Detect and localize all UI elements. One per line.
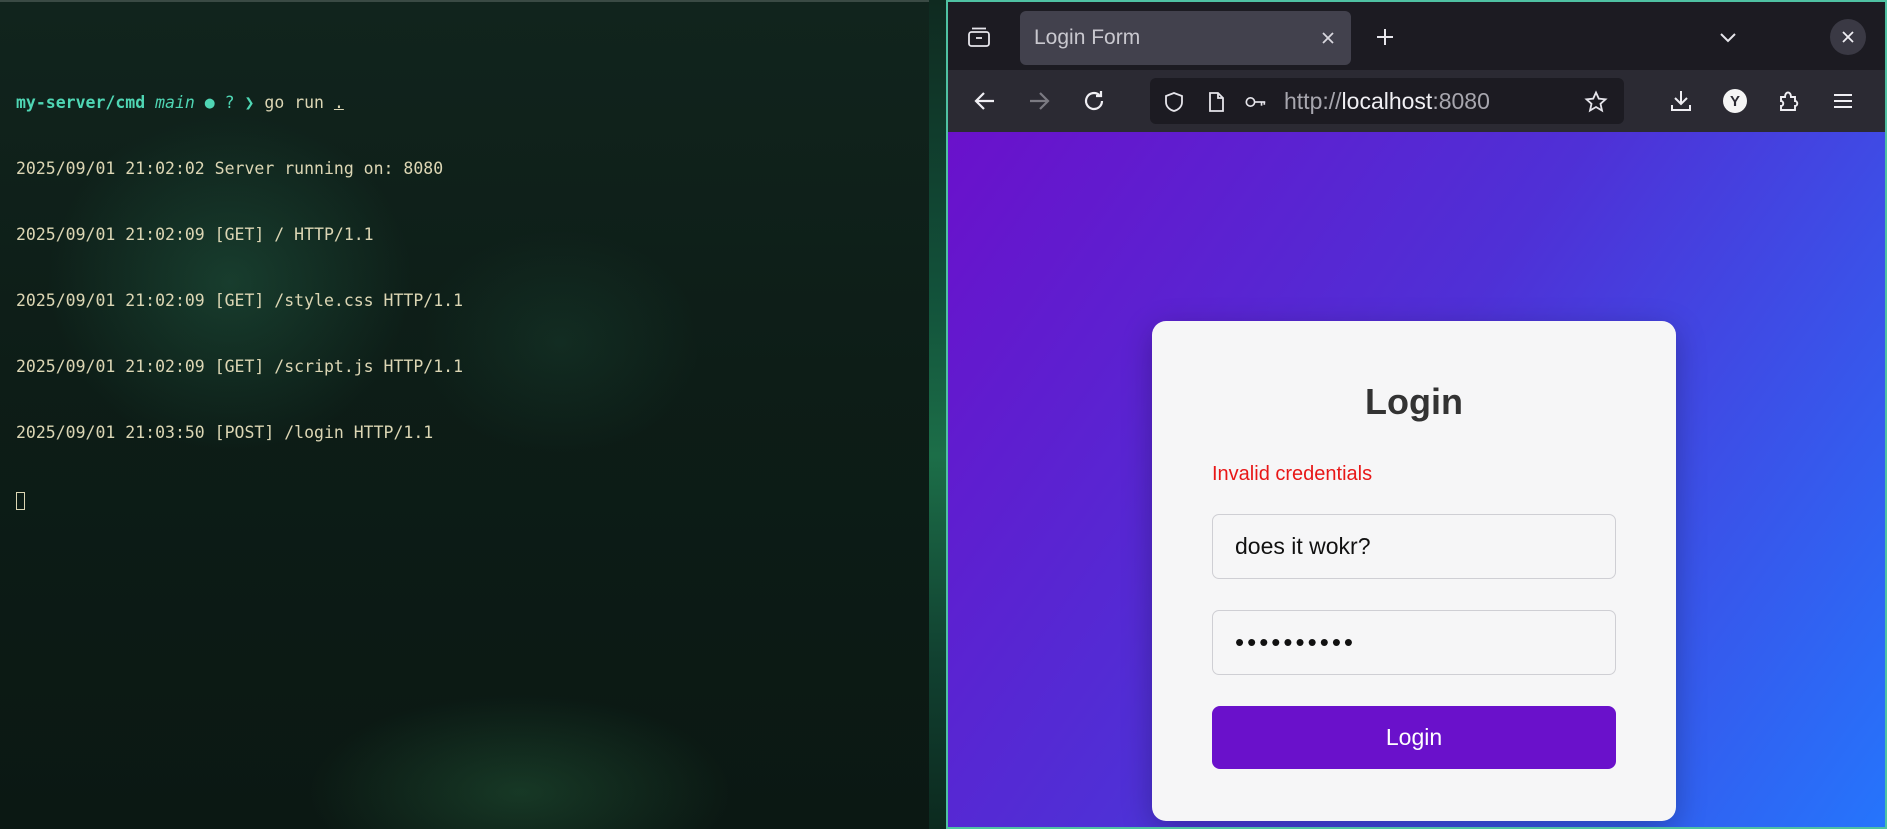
- shield-icon[interactable]: [1162, 90, 1186, 114]
- tab-login-form[interactable]: Login Form: [1020, 11, 1351, 65]
- prompt-path: my-server/cmd: [16, 93, 146, 112]
- close-tab-icon[interactable]: [1315, 25, 1341, 51]
- prompt-command: go run: [264, 93, 324, 112]
- yandex-badge: Y: [1723, 89, 1747, 113]
- yandex-extension-icon[interactable]: Y: [1720, 86, 1750, 116]
- url-bar[interactable]: http://localhost:8080: [1150, 78, 1624, 124]
- reload-icon[interactable]: [1079, 86, 1109, 116]
- page-icon[interactable]: [1204, 90, 1228, 114]
- chevron-down-icon[interactable]: [1715, 24, 1741, 50]
- url-protocol: http://: [1284, 88, 1342, 114]
- log-line: 2025/09/01 21:02:02 Server running on: 8…: [16, 159, 444, 178]
- key-icon[interactable]: [1244, 90, 1268, 114]
- login-button[interactable]: Login: [1212, 706, 1616, 769]
- prompt-untracked-marker: ?: [224, 93, 235, 112]
- tab-bar: Login Form: [948, 2, 1885, 70]
- tab-title: Login Form: [1034, 26, 1141, 49]
- terminal-output: my-server/cmd main ● ? ❯ go run . 2025/0…: [16, 48, 463, 554]
- prompt-branch: main: [155, 93, 195, 112]
- log-line: 2025/09/01 21:02:09 [GET] /style.css HTT…: [16, 291, 464, 310]
- prompt-arrow: ❯: [244, 93, 255, 112]
- error-message: Invalid credentials: [1212, 463, 1373, 485]
- url-host: localhost: [1341, 88, 1433, 114]
- prompt-dirty-marker: ●: [204, 93, 215, 112]
- shell-prompt: my-server/cmd main ● ? ❯ go run .: [16, 92, 463, 114]
- prompt-argument: .: [333, 93, 344, 112]
- username-input[interactable]: [1212, 514, 1616, 579]
- page-viewport: Login Invalid credentials Login: [948, 132, 1885, 827]
- window-close-icon[interactable]: [1830, 19, 1866, 55]
- password-input[interactable]: [1212, 610, 1616, 675]
- terminal-cursor: [16, 492, 25, 510]
- log-line: 2025/09/01 21:02:09 [GET] / HTTP/1.1: [16, 225, 374, 244]
- login-card: Login Invalid credentials Login: [1152, 321, 1676, 821]
- bookmark-star-icon[interactable]: [1584, 90, 1608, 114]
- downloads-icon[interactable]: [1666, 86, 1696, 116]
- log-line: 2025/09/01 21:02:09 [GET] /script.js HTT…: [16, 357, 464, 376]
- back-arrow-icon[interactable]: [970, 86, 1000, 116]
- navigation-toolbar: http://localhost:8080 Y: [948, 70, 1885, 132]
- window-divider: [929, 0, 946, 829]
- extensions-icon[interactable]: [1774, 86, 1804, 116]
- login-title: Login: [1365, 381, 1463, 422]
- log-line: 2025/09/01 21:03:50 [POST] /login HTTP/1…: [16, 423, 434, 442]
- forward-arrow-icon: [1024, 86, 1054, 116]
- tab-groups-icon[interactable]: [966, 24, 992, 50]
- terminal-window[interactable]: my-server/cmd main ● ? ❯ go run . 2025/0…: [0, 0, 929, 829]
- browser-window: Login Form http://localhost:8080 Y Login…: [946, 0, 1887, 829]
- new-tab-icon[interactable]: [1372, 24, 1398, 50]
- menu-icon[interactable]: [1828, 86, 1858, 116]
- url-port: :8080: [1432, 88, 1490, 114]
- url-text[interactable]: http://localhost:8080: [1284, 88, 1490, 115]
